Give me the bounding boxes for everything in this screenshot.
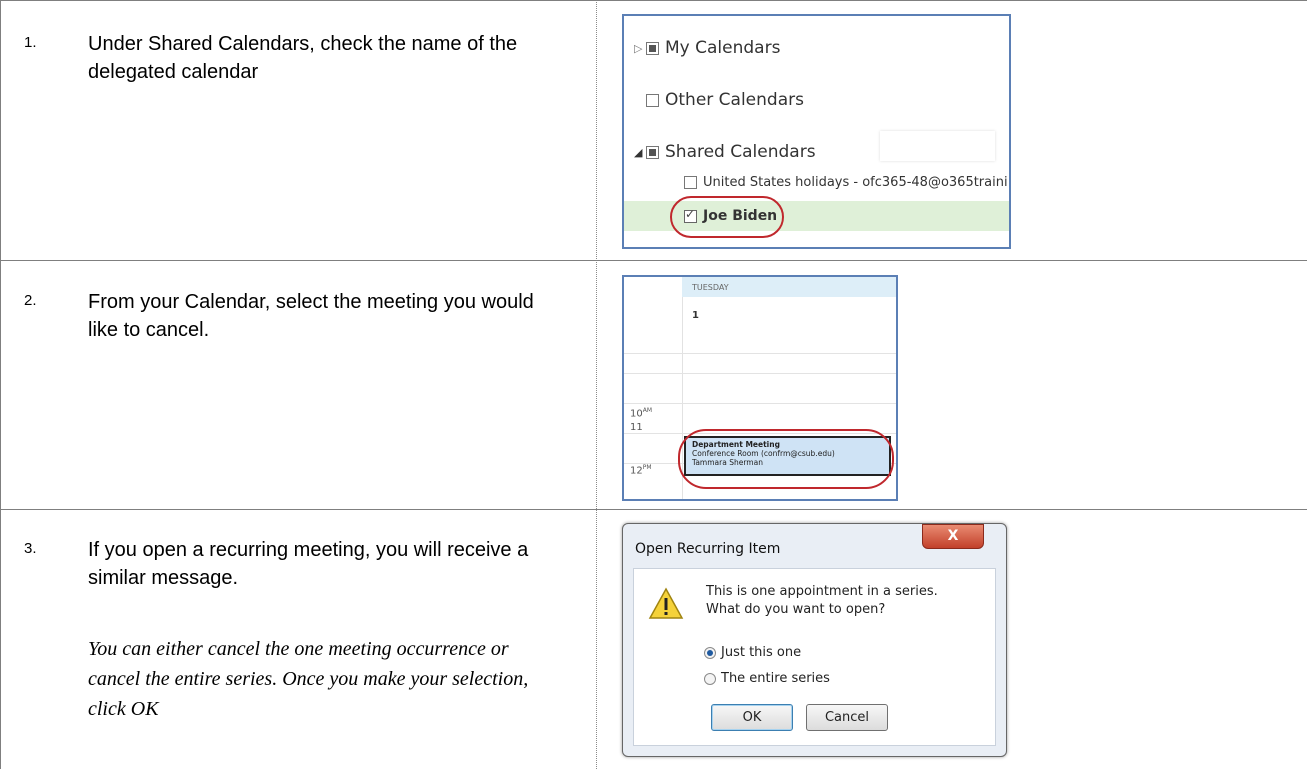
dialog-body: This is one appointment in a series. Wha… bbox=[633, 568, 996, 746]
dialog-message: This is one appointment in a series. Wha… bbox=[706, 583, 938, 619]
radio-selected-icon[interactable] bbox=[704, 646, 716, 659]
my-calendars-row[interactable]: ▷ My Calendars bbox=[634, 34, 780, 62]
grid-line bbox=[624, 353, 896, 354]
grid-line bbox=[624, 373, 896, 374]
open-recurring-item-dialog: Open Recurring Item X This is one appoin… bbox=[622, 523, 1007, 757]
cancel-button[interactable]: Cancel bbox=[806, 704, 888, 731]
table-column-divider bbox=[596, 0, 597, 769]
holidays-calendar-label: United States holidays - ofc365-48@o365t… bbox=[703, 174, 1008, 190]
time-label-10: 10AM bbox=[630, 407, 653, 420]
table-top-border bbox=[0, 0, 1307, 1]
step-note: You can either cancel the one meeting oc… bbox=[88, 638, 529, 720]
checkbox-icon[interactable] bbox=[646, 93, 659, 107]
grid-line bbox=[624, 403, 896, 404]
message-line: What do you want to open? bbox=[706, 602, 886, 617]
close-button[interactable]: X bbox=[922, 524, 984, 549]
redacted-area bbox=[880, 131, 995, 161]
holidays-calendar-row[interactable]: United States holidays - ofc365-48@o365t… bbox=[684, 168, 1008, 196]
table-row-divider bbox=[0, 509, 1307, 510]
step-number: 3. bbox=[24, 540, 37, 557]
table-row-divider bbox=[0, 260, 1307, 261]
other-calendars-label: Other Calendars bbox=[665, 90, 804, 110]
step-number: 2. bbox=[24, 292, 37, 309]
table-left-border bbox=[0, 0, 1, 769]
radio-icon[interactable] bbox=[704, 672, 716, 685]
time-label-11: 11 bbox=[630, 422, 643, 433]
ok-button[interactable]: OK bbox=[711, 704, 793, 731]
highlight-circle bbox=[670, 196, 784, 238]
dialog-title: Open Recurring Item bbox=[635, 541, 781, 557]
warning-icon bbox=[648, 587, 684, 621]
calendar-day-screenshot: TUESDAY 1 10AM 11 12PM Department Meetin… bbox=[622, 275, 898, 501]
day-header: TUESDAY bbox=[682, 277, 896, 297]
shared-calendars-row[interactable]: ◢ Shared Calendars bbox=[634, 138, 816, 166]
expand-arrow-icon[interactable]: ▷ bbox=[634, 42, 646, 55]
day-number: 1 bbox=[692, 310, 699, 321]
my-calendars-label: My Calendars bbox=[665, 38, 781, 58]
step-number: 1. bbox=[24, 34, 37, 51]
message-line: This is one appointment in a series. bbox=[706, 584, 938, 599]
collapse-arrow-icon[interactable]: ◢ bbox=[634, 146, 646, 159]
step-instruction: From your Calendar, select the meeting y… bbox=[88, 291, 534, 341]
option-label: The entire series bbox=[721, 671, 830, 686]
just-this-one-option[interactable]: Just this one bbox=[704, 645, 801, 660]
shared-calendars-label: Shared Calendars bbox=[665, 142, 816, 162]
step-instruction: If you open a recurring meeting, you wil… bbox=[88, 539, 529, 589]
other-calendars-row[interactable]: Other Calendars bbox=[646, 86, 804, 114]
option-label: Just this one bbox=[721, 645, 802, 660]
entire-series-option[interactable]: The entire series bbox=[704, 671, 830, 686]
checkbox-icon[interactable] bbox=[684, 175, 697, 189]
highlight-circle bbox=[678, 429, 894, 489]
time-label-12: 12PM bbox=[630, 464, 652, 477]
step-instruction: Under Shared Calendars, check the name o… bbox=[88, 33, 518, 83]
checkbox-icon[interactable] bbox=[646, 145, 659, 159]
checkbox-icon[interactable] bbox=[646, 41, 659, 55]
calendar-list-screenshot: ▷ My Calendars Other Calendars ◢ Shared … bbox=[622, 14, 1011, 249]
